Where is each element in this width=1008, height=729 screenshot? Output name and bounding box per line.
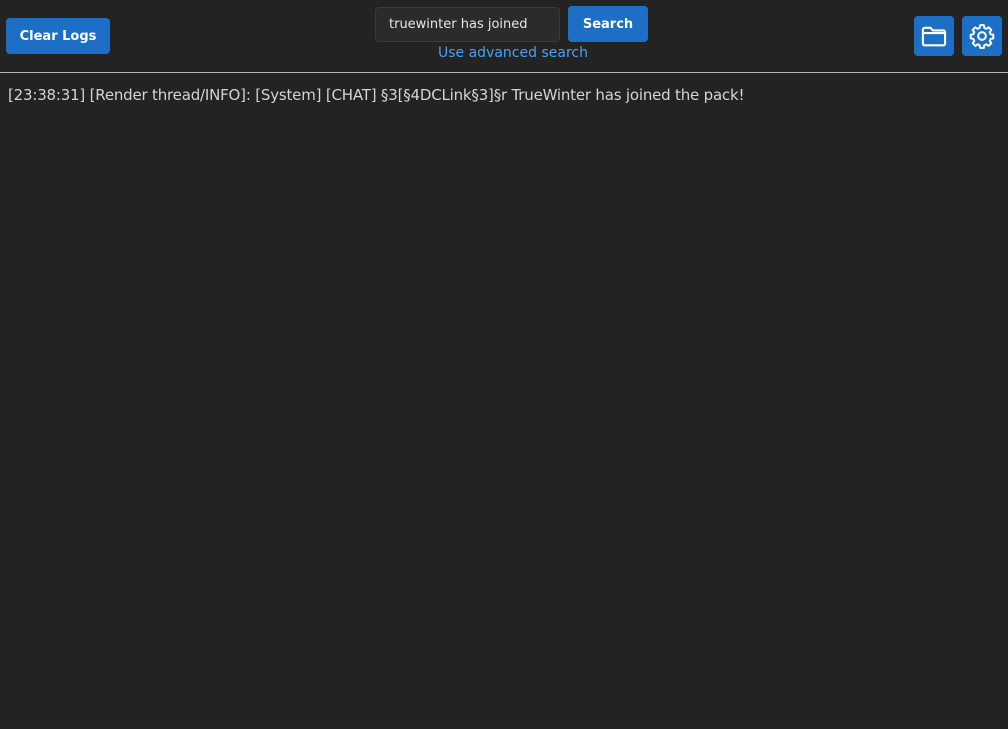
open-folder-button[interactable] <box>914 16 954 56</box>
search-input[interactable] <box>375 7 560 42</box>
advanced-search-link[interactable]: Use advanced search <box>438 45 588 61</box>
gear-icon <box>968 22 996 50</box>
log-output: [23:38:31] [Render thread/INFO]: [System… <box>0 74 1008 729</box>
toolbar: Clear Logs Search Use advanced search <box>0 0 1008 73</box>
log-viewer-app: Clear Logs Search Use advanced search [2… <box>0 0 1008 729</box>
folder-icon <box>920 22 948 50</box>
search-button[interactable]: Search <box>568 6 648 42</box>
log-line: [23:38:31] [Render thread/INFO]: [System… <box>8 86 745 104</box>
clear-logs-button[interactable]: Clear Logs <box>6 18 110 54</box>
settings-button[interactable] <box>962 16 1002 56</box>
